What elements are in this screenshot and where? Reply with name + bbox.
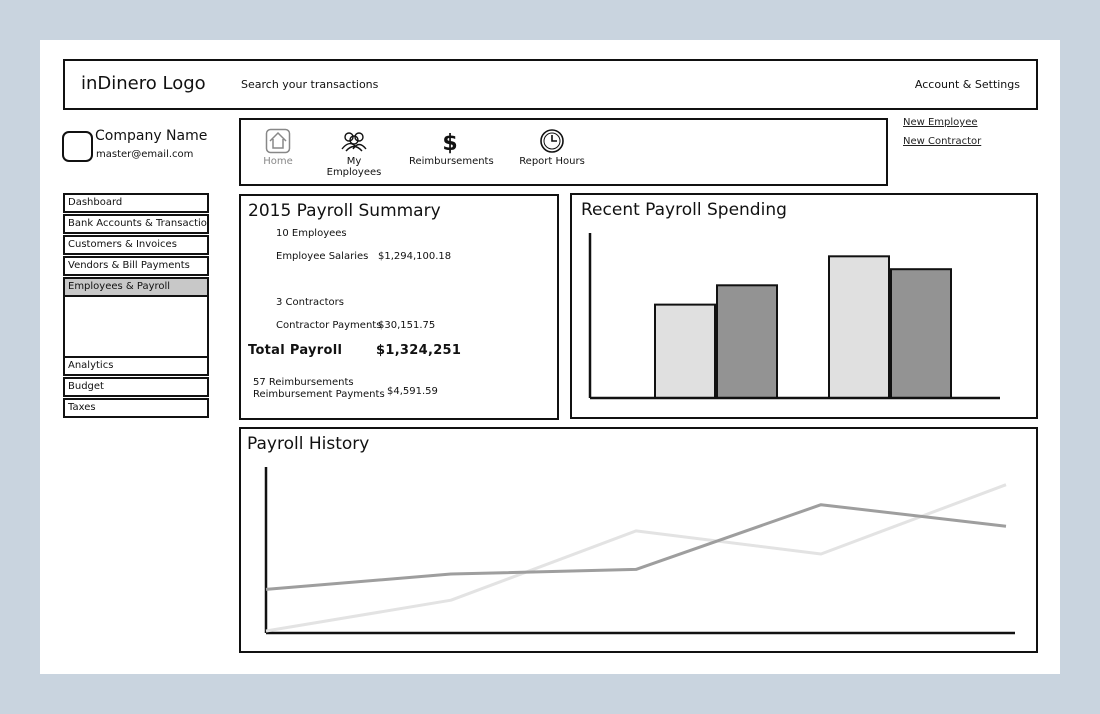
search-input[interactable]: Search your transactions [241, 78, 378, 91]
payroll-history-chart [264, 467, 1015, 635]
recent-spending-chart [588, 233, 1000, 400]
top-header: inDinero Logo Search your transactions A… [63, 59, 1038, 110]
nav-reimbursements-label: Reimbursements [409, 156, 494, 167]
sidebar-item-customers[interactable]: Customers & Invoices [63, 235, 209, 255]
company-email: master@email.com [96, 149, 194, 160]
app-logo[interactable]: inDinero Logo [81, 73, 206, 94]
sidebar-item-employees-payroll[interactable]: Employees & Payroll [63, 277, 209, 297]
company-name: Company Name [95, 128, 208, 144]
new-contractor-link[interactable]: New Contractor [903, 136, 981, 147]
people-icon [341, 132, 367, 152]
sidebar-item-budget[interactable]: Budget [63, 377, 209, 397]
series-line-1 [265, 503, 1007, 591]
bar-0-1 [716, 284, 778, 399]
employee-salaries-label: Employee Salaries [276, 251, 369, 262]
sidebar-item-vendors[interactable]: Vendors & Bill Payments [63, 256, 209, 276]
employees-count: 10 Employees [276, 228, 347, 239]
series-line-0 [265, 483, 1007, 633]
app-canvas: inDinero Logo Search your transactions A… [40, 40, 1060, 674]
nav-home[interactable]: Home [261, 128, 295, 167]
home-icon [265, 128, 291, 154]
payroll-summary-title: 2015 Payroll Summary [248, 201, 441, 221]
bar-1-0 [828, 255, 890, 399]
nav-my-employees[interactable]: My Employees [319, 128, 389, 178]
reimbursement-payments-label: Reimbursement Payments [253, 389, 385, 400]
nav-my-employees-label: My Employees [326, 156, 382, 178]
contractor-payments-value: $30,151.75 [378, 320, 436, 331]
nav-home-label: Home [263, 156, 293, 167]
svg-text:$: $ [442, 131, 457, 154]
dollar-icon: $ [442, 131, 457, 154]
total-payroll-value: $1,324,251 [376, 343, 462, 358]
nav-reimbursements[interactable]: $ Reimbursements [409, 128, 494, 167]
account-settings-link[interactable]: Account & Settings [915, 78, 1020, 91]
total-payroll-label: Total Payroll [248, 343, 343, 358]
nav-report-hours[interactable]: Report Hours [519, 128, 585, 167]
clock-icon [540, 129, 564, 153]
reimbursement-payments-value: $4,591.59 [387, 386, 438, 397]
sidebar-item-taxes[interactable]: Taxes [63, 398, 209, 418]
sidebar-item-bank-accounts[interactable]: Bank Accounts & Transactions [63, 214, 209, 234]
payroll-summary-panel: 2015 Payroll Summary 10 Employees Employ… [239, 194, 559, 420]
sidebar-item-dashboard[interactable]: Dashboard [63, 193, 209, 213]
sidebar-item-analytics[interactable]: Analytics [63, 356, 209, 376]
recent-spending-panel: Recent Payroll Spending [570, 193, 1038, 419]
bar-1-1 [890, 268, 952, 399]
company-avatar [62, 131, 93, 162]
new-employee-link[interactable]: New Employee [903, 117, 978, 128]
nav-report-hours-label: Report Hours [519, 156, 585, 167]
bar-0-0 [654, 303, 716, 399]
sidebar-spacer [63, 297, 209, 357]
contractor-payments-label: Contractor Payments [276, 320, 382, 331]
contractors-count: 3 Contractors [276, 297, 344, 308]
reimbursements-count: 57 Reimbursements [253, 377, 354, 388]
payroll-history-panel: Payroll History [239, 427, 1038, 653]
employee-salaries-value: $1,294,100.18 [378, 251, 452, 262]
payroll-nav-bar: Home My Employees $ Reimbursements Repor… [239, 118, 888, 186]
